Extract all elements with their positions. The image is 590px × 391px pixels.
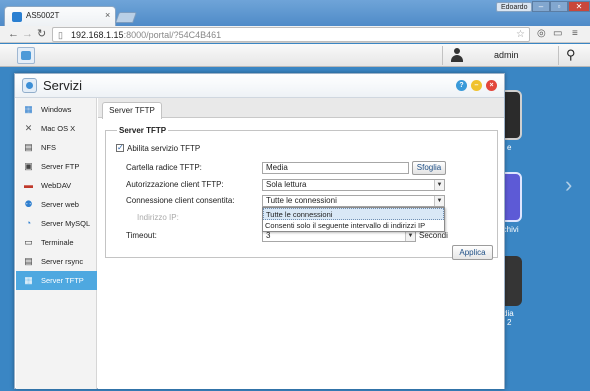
sidebar-item-label: Mac OS X — [41, 124, 76, 133]
enable-tftp-checkbox[interactable]: ✓ — [116, 144, 124, 152]
sidebar-item-label: Server MySQL — [41, 219, 91, 228]
tab-strip: Server TFTP — [98, 98, 504, 119]
os-user-chip[interactable]: Edoardo — [496, 2, 533, 12]
client-auth-select[interactable]: Sola lettura ▼ — [262, 179, 445, 191]
timeout-label: Timeout: — [126, 231, 157, 240]
sidebar-item-server-mysql[interactable]: ◔ Server MySQL — [16, 214, 97, 233]
sidebar-item-nfs[interactable]: ▤ NFS — [16, 138, 97, 157]
sidebar-item-label: Terminale — [41, 238, 74, 247]
divider — [558, 46, 559, 65]
nas-topbar: admin ⚲ — [0, 44, 590, 67]
window-title: Servizi — [43, 78, 83, 93]
browser-tab[interactable]: AS5002T × — [4, 6, 116, 26]
services-app-icon — [22, 78, 37, 93]
timeout-value: 3 — [266, 231, 271, 240]
client-auth-value: Sola lettura — [266, 180, 307, 189]
nas-home-icon[interactable] — [17, 47, 35, 64]
forward-icon[interactable]: → — [22, 28, 33, 40]
sidebar-item-label: Server web — [41, 200, 79, 209]
menu-icon[interactable]: ≡ — [572, 28, 578, 39]
back-icon[interactable]: ← — [8, 28, 19, 40]
tab-close-icon[interactable]: × — [105, 10, 110, 20]
mac-icon: ✕ — [24, 123, 33, 133]
services-content: Server TFTP Server TFTP ✓ Abilita serviz… — [98, 98, 504, 389]
dropdown-option[interactable]: Consenti solo il seguente intervallo di … — [263, 220, 444, 232]
username[interactable]: admin — [494, 50, 519, 60]
reload-icon[interactable]: ↻ — [37, 28, 46, 40]
client-connection-value: Tutte le connessioni — [266, 196, 337, 205]
root-folder-input[interactable]: Media — [262, 162, 409, 174]
help-icon[interactable]: ? — [456, 80, 467, 91]
mysql-icon: ◔ — [25, 218, 32, 228]
browser-toolbar: ← → ↻ ▯ 192.168.1.15:8000/portal/?54C4B4… — [0, 26, 590, 43]
sidebar-item-label: Server FTP — [41, 162, 80, 171]
client-auth-label: Autorizzazione client TFTP: — [126, 180, 224, 189]
sidebar-item-label: NFS — [41, 143, 56, 152]
apply-button[interactable]: Applica — [452, 245, 493, 260]
client-connection-label: Connessione client consentita: — [126, 196, 235, 205]
chevron-down-icon[interactable]: ▼ — [434, 196, 444, 206]
divider — [442, 46, 443, 65]
sidebar-item-label: Server rsync — [41, 257, 84, 266]
webdav-icon: ▬ — [24, 180, 33, 190]
services-window: Servizi ? – × ▦ Windows ✕ Mac OS X ▤ NFS… — [14, 73, 505, 389]
extension-icon[interactable]: ◎ — [537, 28, 546, 39]
group-title: Server TFTP — [117, 126, 169, 135]
services-sidebar: ▦ Windows ✕ Mac OS X ▤ NFS ▣ Server FTP … — [16, 98, 97, 389]
sidebar-item-server-rsync[interactable]: ▤ Server rsync — [16, 252, 97, 271]
dropdown-option[interactable]: Tutte le connessioni — [263, 208, 444, 220]
tftp-icon: ▦ — [24, 275, 33, 285]
sidebar-item-label: WebDAV — [41, 181, 72, 190]
chevron-down-icon[interactable]: ▼ — [434, 180, 444, 190]
minimize-icon[interactable]: ‒ — [532, 1, 550, 12]
ip-address-label: Indirizzo IP: — [137, 213, 179, 222]
sidebar-item-label: Server TFTP — [41, 276, 84, 285]
cast-icon[interactable]: ▭ — [553, 28, 562, 39]
chevron-down-icon[interactable]: ▼ — [405, 231, 415, 241]
nfs-icon: ▤ — [24, 142, 33, 152]
desktop-app-label: e — [507, 143, 512, 152]
rsync-icon: ▤ — [24, 256, 33, 266]
browser-titlebar: AS5002T × Edoardo ‒ ▫ ✕ — [0, 0, 590, 26]
favicon-icon — [12, 12, 22, 22]
url-text: 192.168.1.15:8000/portal/?54C4B461 — [71, 30, 222, 40]
next-page-arrow-icon[interactable]: › — [565, 172, 572, 198]
user-icon[interactable] — [451, 48, 463, 62]
sidebar-item-windows[interactable]: ▦ Windows — [16, 100, 97, 119]
timeout-unit-label: Secondi — [419, 231, 448, 240]
web-icon: ⚉ — [24, 199, 33, 209]
sidebar-item-server-tftp[interactable]: ▦ Server TFTP — [16, 271, 97, 290]
sidebar-item-webdav[interactable]: ▬ WebDAV — [16, 176, 97, 195]
browse-button[interactable]: Sfoglia — [412, 161, 446, 175]
root-folder-label: Cartella radice TFTP: — [126, 163, 202, 172]
enable-tftp-label[interactable]: Abilita servizio TFTP — [127, 144, 200, 153]
close-icon[interactable]: ✕ — [568, 1, 590, 12]
sidebar-item-terminale[interactable]: ▭ Terminale — [16, 233, 97, 252]
connection-dropdown-list: Tutte le connessioni Consenti solo il se… — [262, 207, 445, 232]
sidebar-item-mac-os-x[interactable]: ✕ Mac OS X — [16, 119, 97, 138]
windows-icon: ▦ — [24, 104, 33, 114]
sidebar-item-label: Windows — [41, 105, 72, 114]
close-window-icon[interactable]: × — [486, 80, 497, 91]
address-bar[interactable]: ▯ 192.168.1.15:8000/portal/?54C4B461 ☆ — [52, 27, 530, 42]
maximize-icon[interactable]: ▫ — [550, 1, 568, 12]
sidebar-item-server-web[interactable]: ⚉ Server web — [16, 195, 97, 214]
tab-title: AS5002T — [26, 11, 60, 20]
new-tab-button[interactable] — [114, 12, 138, 23]
window-header[interactable]: Servizi ? – × — [15, 74, 504, 98]
window-controls: ‒ ▫ ✕ — [532, 1, 590, 12]
tftp-settings-group: Server TFTP ✓ Abilita servizio TFTP Cart… — [105, 126, 498, 258]
page-icon: ▯ — [58, 30, 63, 40]
bookmark-star-icon[interactable]: ☆ — [516, 29, 525, 40]
sidebar-item-server-ftp[interactable]: ▣ Server FTP — [16, 157, 97, 176]
minimize-window-icon[interactable]: – — [471, 80, 482, 91]
search-icon[interactable]: ⚲ — [566, 47, 576, 63]
client-connection-select[interactable]: Tutte le connessioni ▼ — [262, 195, 445, 207]
tab-server-tftp[interactable]: Server TFTP — [102, 102, 162, 119]
ftp-icon: ▣ — [24, 161, 33, 171]
desktop-app-label: 2 — [507, 318, 512, 327]
terminal-icon: ▭ — [24, 237, 33, 247]
